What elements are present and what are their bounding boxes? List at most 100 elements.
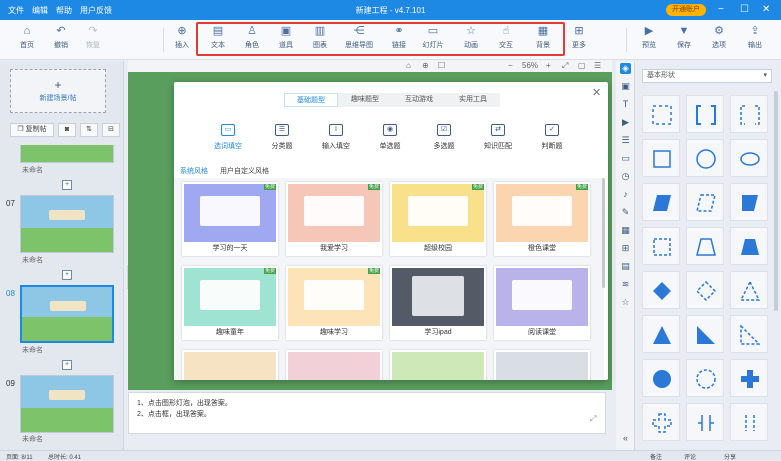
- new-scene-button[interactable]: + 新建场景/帖: [10, 69, 106, 113]
- collapse-left-icon[interactable]: «: [620, 433, 631, 444]
- shape-square[interactable]: [642, 139, 680, 177]
- export-button[interactable]: ⇪ 输出: [740, 24, 770, 56]
- camera-button[interactable]: ◙: [58, 123, 76, 137]
- shape-circle-dashed[interactable]: [686, 359, 724, 397]
- list-icon[interactable]: ☰: [594, 61, 601, 70]
- shape-parallelogram-dashed[interactable]: [686, 183, 724, 221]
- zoom-level[interactable]: 56%: [522, 61, 538, 70]
- template-card[interactable]: 免费 我爱学习: [286, 182, 382, 256]
- canvas-frame-icon[interactable]: ☐: [438, 61, 445, 70]
- slide-thumbnail[interactable]: [20, 375, 114, 433]
- copy-slide-button[interactable]: ❐ 复制帖: [10, 123, 54, 137]
- category-single-choice[interactable]: ◉ 单选题: [362, 124, 418, 151]
- close-icon[interactable]: ✕: [762, 4, 770, 15]
- category-input[interactable]: I 输入填空: [308, 124, 364, 151]
- template-card[interactable]: [494, 350, 590, 380]
- zoom-in-icon[interactable]: +: [546, 61, 551, 70]
- panel-icon[interactable]: ▤: [620, 261, 631, 272]
- table-icon[interactable]: ▦: [620, 225, 631, 236]
- save-button[interactable]: ▼ 保存: [669, 24, 699, 56]
- template-card[interactable]: 免费 学习的一天: [182, 182, 278, 256]
- category-fill-blank[interactable]: ▭ 选词填空: [200, 124, 256, 151]
- shape-cross-dashed[interactable]: [642, 403, 680, 441]
- tab-tools[interactable]: 实用工具: [446, 93, 500, 107]
- preview-button[interactable]: ▶ 预览: [634, 24, 664, 56]
- shape-square-dashed[interactable]: [642, 95, 680, 133]
- shape-triangle-dashed[interactable]: [730, 271, 768, 309]
- expand-notes-icon[interactable]: ⤢: [590, 414, 596, 424]
- widget-icon[interactable]: ⊞: [620, 243, 631, 254]
- star-icon[interactable]: ☆: [620, 297, 631, 308]
- shape-bracket-square[interactable]: [686, 95, 724, 133]
- layers-icon[interactable]: ☰: [620, 135, 631, 146]
- notes-panel[interactable]: 1、点击图形灯泡，出现答案。 2、点击框，出现答案。: [128, 392, 606, 434]
- category-classify[interactable]: ☰ 分类题: [254, 124, 310, 151]
- insert-button[interactable]: ⊕ 插入: [167, 24, 197, 56]
- add-slide-icon[interactable]: +: [62, 180, 72, 190]
- shape-ellipse[interactable]: [730, 139, 768, 177]
- slide-thumbnail[interactable]: [20, 195, 114, 253]
- slide-thumbnail[interactable]: [20, 145, 114, 163]
- template-card[interactable]: 免费 趣味童年: [182, 266, 278, 340]
- shape-triangle[interactable]: [642, 315, 680, 353]
- template-card[interactable]: [182, 350, 278, 380]
- shape-bracket-v[interactable]: [686, 403, 724, 441]
- add-slide-icon[interactable]: +: [62, 360, 72, 370]
- tab-system-style[interactable]: 系统风格: [180, 166, 208, 176]
- canvas-target-icon[interactable]: ⊕: [422, 61, 429, 70]
- more-button[interactable]: ⊞ 更多: [564, 24, 594, 56]
- zoom-out-icon[interactable]: −: [508, 61, 513, 70]
- template-card[interactable]: 免费 超级校园: [390, 182, 486, 256]
- shape-cross[interactable]: [730, 359, 768, 397]
- shape-trapezoid[interactable]: [686, 227, 724, 265]
- shape-trapezoid-right[interactable]: [730, 183, 768, 221]
- shape-category-select[interactable]: 基本形状 ▾: [642, 69, 772, 83]
- category-match[interactable]: ⇄ 知识匹配: [470, 124, 526, 151]
- text-icon[interactable]: T: [620, 99, 631, 110]
- shape-right-triangle[interactable]: [686, 315, 724, 353]
- media-icon[interactable]: ▶: [620, 117, 631, 128]
- template-card[interactable]: 学习ipad: [390, 266, 486, 340]
- shape-bracket-dashed[interactable]: [730, 95, 768, 133]
- shape-circle-filled[interactable]: [642, 359, 680, 397]
- category-multi-choice[interactable]: ☑ 多选题: [416, 124, 472, 151]
- minimize-icon[interactable]: −: [718, 4, 724, 15]
- shape-diamond[interactable]: [642, 271, 680, 309]
- home-button[interactable]: ⌂ 首页: [12, 24, 42, 56]
- tab-fun[interactable]: 趣味题型: [338, 93, 392, 107]
- stack-icon[interactable]: ≋: [620, 279, 631, 290]
- template-card[interactable]: 阅读课堂: [494, 266, 590, 340]
- maximize-icon[interactable]: ☐: [740, 4, 749, 15]
- tab-games[interactable]: 互动游戏: [392, 93, 446, 107]
- options-button[interactable]: ⚙ 选项: [704, 24, 734, 56]
- screen-icon[interactable]: ▢: [578, 61, 586, 70]
- shape-bracket-v-dashed[interactable]: [730, 403, 768, 441]
- category-judge[interactable]: ✓ 判断题: [524, 124, 580, 151]
- delete-button[interactable]: ⊟: [102, 123, 120, 137]
- image-icon[interactable]: ▣: [620, 81, 631, 92]
- shape-circle[interactable]: [686, 139, 724, 177]
- slide-thumbnail-selected[interactable]: [20, 285, 114, 343]
- comment-icon[interactable]: ▭: [620, 153, 631, 164]
- close-icon[interactable]: ✕: [592, 86, 601, 99]
- dialog-scrollbar[interactable]: [602, 178, 605, 288]
- timer-icon[interactable]: ◷: [620, 171, 631, 182]
- redo-button[interactable]: ↷ 恢复: [78, 24, 108, 56]
- sort-button[interactable]: ⇅: [80, 123, 98, 137]
- shapes-scrollbar[interactable]: [774, 91, 778, 311]
- add-slide-icon[interactable]: +: [62, 270, 72, 280]
- audio-icon[interactable]: ♪: [620, 189, 631, 200]
- shape-right-triangle-dashed[interactable]: [730, 315, 768, 353]
- shape-trapezoid-filled[interactable]: [730, 227, 768, 265]
- template-card[interactable]: [390, 350, 486, 380]
- tab-basic[interactable]: 基础题型: [284, 93, 338, 107]
- template-card[interactable]: 免费 橙色课堂: [494, 182, 590, 256]
- shape-diamond-dashed[interactable]: [686, 271, 724, 309]
- shape-rect-dashed[interactable]: [642, 227, 680, 265]
- canvas-home-icon[interactable]: ⌂: [406, 61, 411, 70]
- shapes-icon[interactable]: ◈: [620, 63, 631, 74]
- template-card[interactable]: [286, 350, 382, 380]
- shape-parallelogram[interactable]: [642, 183, 680, 221]
- brush-icon[interactable]: ✎: [620, 207, 631, 218]
- upgrade-button[interactable]: 开通账户: [666, 4, 706, 16]
